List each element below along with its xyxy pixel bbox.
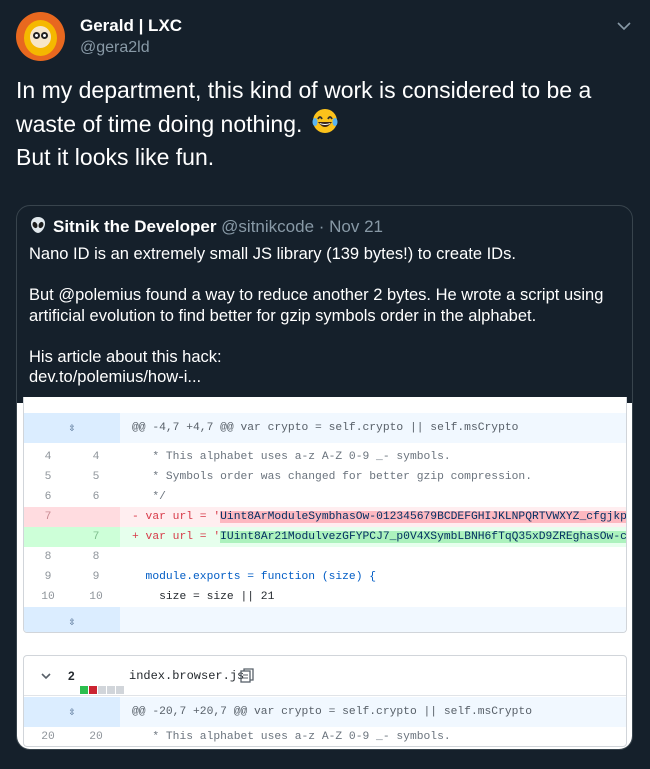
hunk-footer: ⇳ — [24, 607, 626, 632]
line-number: 5 — [92, 471, 100, 483]
tweet-header: Gerald | LXC @gera2ld — [16, 12, 634, 64]
hunk-text: @@ -20,7 +20,7 @@ var crypto = self.cryp… — [132, 706, 532, 718]
code-line: */ — [132, 491, 166, 503]
line-number: 4 — [44, 451, 52, 463]
line-number: 5 — [44, 471, 52, 483]
code-prefix: + var url = ' — [132, 531, 221, 543]
quoted-tweet[interactable]: Sitnik the Developer @sitnikcode · Nov 2… — [16, 205, 633, 750]
hunk-text: @@ -4,7 +4,7 @@ var crypto = self.crypto… — [132, 422, 519, 434]
file-header: 2 index.browser.js — [24, 656, 626, 696]
line-number: 9 — [44, 571, 52, 583]
quote-paragraph: Nano ID is an extremely small JS library… — [29, 245, 516, 263]
code-line: * This alphabet uses a-z A-Z 0-9 _- symb… — [132, 451, 451, 463]
tweet-line: In my department, this kind of work is c… — [16, 77, 592, 103]
file-name[interactable]: index.browser.js — [129, 656, 244, 696]
author-name[interactable]: Gerald | LXC — [80, 16, 182, 36]
tweet-text: In my department, this kind of work is c… — [16, 74, 634, 174]
diff-row-added: 7 + var url = 'IUint8Ar21ModulvezGFYPCJ7… — [24, 527, 626, 547]
hunk-header: ⇳ @@ -4,7 +4,7 @@ var crypto = self.cryp… — [24, 413, 626, 443]
line-number: 7 — [72, 527, 120, 547]
diff-row: 10 10 size = size || 21 — [24, 587, 626, 607]
code-line: + var url = 'IUint8Ar21ModulvezGFYPCJ7_p… — [120, 527, 626, 547]
diff-row: 6 6 */ — [24, 487, 626, 507]
code-string: IUint8Ar21ModulvezGFYPCJ7_p0V4XSymbLBNH6… — [220, 531, 626, 543]
line-number — [72, 507, 120, 527]
quote-date: · Nov 21 — [318, 217, 384, 236]
code-line: * Symbols order was changed for better g… — [132, 471, 532, 483]
code-string: Uint8ArModuleSymbhasOw-012345679BCDEFGHI… — [220, 511, 626, 523]
diff-row: 5 5 * Symbols order was changed for bette… — [24, 467, 626, 487]
quote-paragraph: His article about this hack: dev.to/polem… — [29, 347, 619, 388]
diff-row: 9 9 module.exports = function (size) { — [24, 567, 626, 587]
quote-header: Sitnik the Developer @sitnikcode · Nov 2… — [29, 216, 383, 237]
diff-row: 20 20 * This alphabet uses a-z A-Z 0-9 _-… — [24, 727, 626, 746]
line-number: 20 — [89, 731, 103, 743]
tweet-line-text: waste of time doing nothing. — [16, 111, 303, 137]
code-prefix: - var url = ' — [132, 511, 221, 523]
diffstat — [80, 671, 125, 694]
laughing-emoji-icon — [312, 109, 338, 133]
expand-lines-icon[interactable]: ⇳ — [24, 607, 120, 632]
quote-author-name: Sitnik the Developer — [53, 217, 217, 236]
tweet-line: But it looks like fun. — [16, 144, 215, 170]
quote-line: But @polemius found a way to reduce anot… — [29, 286, 604, 304]
diff-file-box: 2 index.browser.js ⇳ @@ -20,7 +20,7 @@ v… — [23, 655, 627, 747]
diff-row: 4 4 * This alphabet uses a-z A-Z 0-9 _- s… — [24, 447, 626, 467]
line-number: 4 — [92, 451, 100, 463]
line-number: 9 — [92, 571, 100, 583]
line-number: 10 — [89, 591, 103, 603]
line-number: 20 — [41, 731, 55, 743]
tweet-line-2: waste of time doing nothing. — [16, 107, 634, 141]
diff-file-box: ⇳ @@ -4,7 +4,7 @@ var crypto = self.cryp… — [23, 397, 627, 633]
expand-lines-icon[interactable]: ⇳ — [24, 413, 120, 443]
quote-paragraph: But @polemius found a way to reduce anot… — [29, 285, 619, 326]
hunk-header: ⇳ @@ -20,7 +20,7 @@ var crypto = self.cr… — [24, 697, 626, 727]
line-number: 6 — [44, 491, 52, 503]
diff-row: 88 — [24, 547, 626, 567]
line-number — [24, 527, 72, 547]
code-line: size = size || 21 — [132, 591, 275, 603]
line-number: 7 — [24, 507, 72, 527]
avatar[interactable] — [16, 12, 65, 61]
line-number: 8 — [44, 551, 52, 563]
quote-link[interactable]: dev.to/polemius/how-i... — [29, 368, 201, 386]
chevron-down-icon[interactable] — [616, 18, 632, 34]
quote-line: artificial evolution to find better for … — [29, 306, 537, 325]
quote-text: Nano ID is an extremely small JS library… — [29, 244, 619, 388]
expand-lines-icon[interactable]: ⇳ — [24, 697, 120, 727]
line-number: 8 — [92, 551, 100, 563]
code-line: * This alphabet uses a-z A-Z 0-9 _- symb… — [132, 731, 451, 743]
copy-icon[interactable] — [240, 668, 254, 684]
line-number: 6 — [92, 491, 100, 503]
quote-author-handle: @sitnikcode — [221, 217, 315, 236]
author-handle[interactable]: @gera2ld — [80, 39, 150, 57]
diff-screenshot: ⇳ @@ -4,7 +4,7 @@ var crypto = self.cryp… — [17, 397, 632, 749]
code-line: - var url = 'Uint8ArModuleSymbhasOw-0123… — [120, 507, 626, 527]
diff-row-deleted: 7 - var url = 'Uint8ArModuleSymbhasOw-01… — [24, 507, 626, 527]
line-number: 10 — [41, 591, 55, 603]
chevron-down-icon[interactable] — [40, 670, 52, 682]
code-line: module.exports = function (size) { — [132, 571, 377, 583]
alien-emoji-icon — [30, 217, 46, 233]
changes-count: 2 — [68, 669, 75, 683]
quote-line: His article about this hack: — [29, 347, 222, 366]
